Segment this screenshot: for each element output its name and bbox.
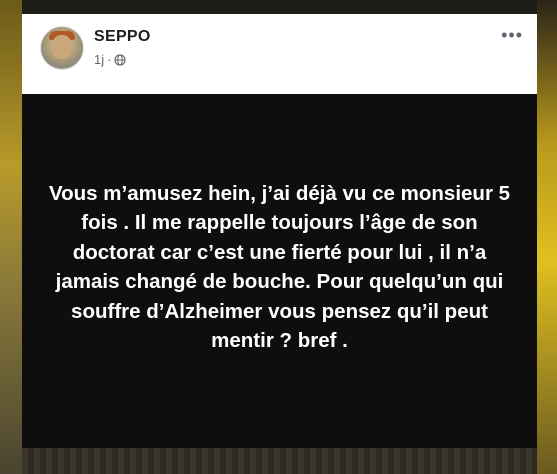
post-header: SEPPO 1j · ••• xyxy=(22,14,537,94)
background-bottom-strip xyxy=(22,448,537,474)
avatar-face-shape xyxy=(52,35,72,59)
author-name[interactable]: SEPPO xyxy=(94,28,151,46)
post-text: Vous m’amusez hein, j’ai déjà vu ce mons… xyxy=(48,181,511,353)
background-left-strip xyxy=(0,0,22,474)
background-right-strip xyxy=(537,0,557,474)
post-card: SEPPO 1j · ••• Vous m’amusez hein, j’ai … xyxy=(22,14,537,448)
background-top-strip xyxy=(22,0,537,14)
avatar[interactable] xyxy=(40,26,84,70)
post-time[interactable]: 1j xyxy=(94,52,104,67)
post-text-background: Vous m’amusez hein, j’ai déjà vu ce mons… xyxy=(22,94,537,448)
ellipsis-icon[interactable]: ••• xyxy=(501,26,523,44)
meta-separator: · xyxy=(107,52,112,67)
globe-icon xyxy=(114,53,127,66)
post-meta: 1j · xyxy=(94,52,127,67)
